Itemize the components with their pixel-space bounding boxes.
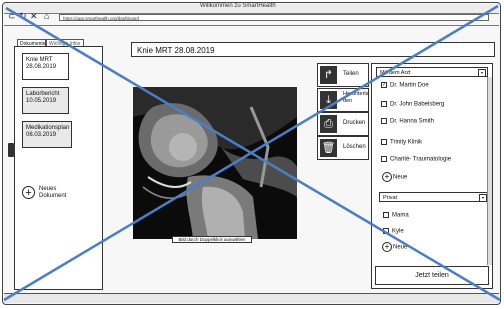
strike-through-cross — [3, 4, 501, 302]
